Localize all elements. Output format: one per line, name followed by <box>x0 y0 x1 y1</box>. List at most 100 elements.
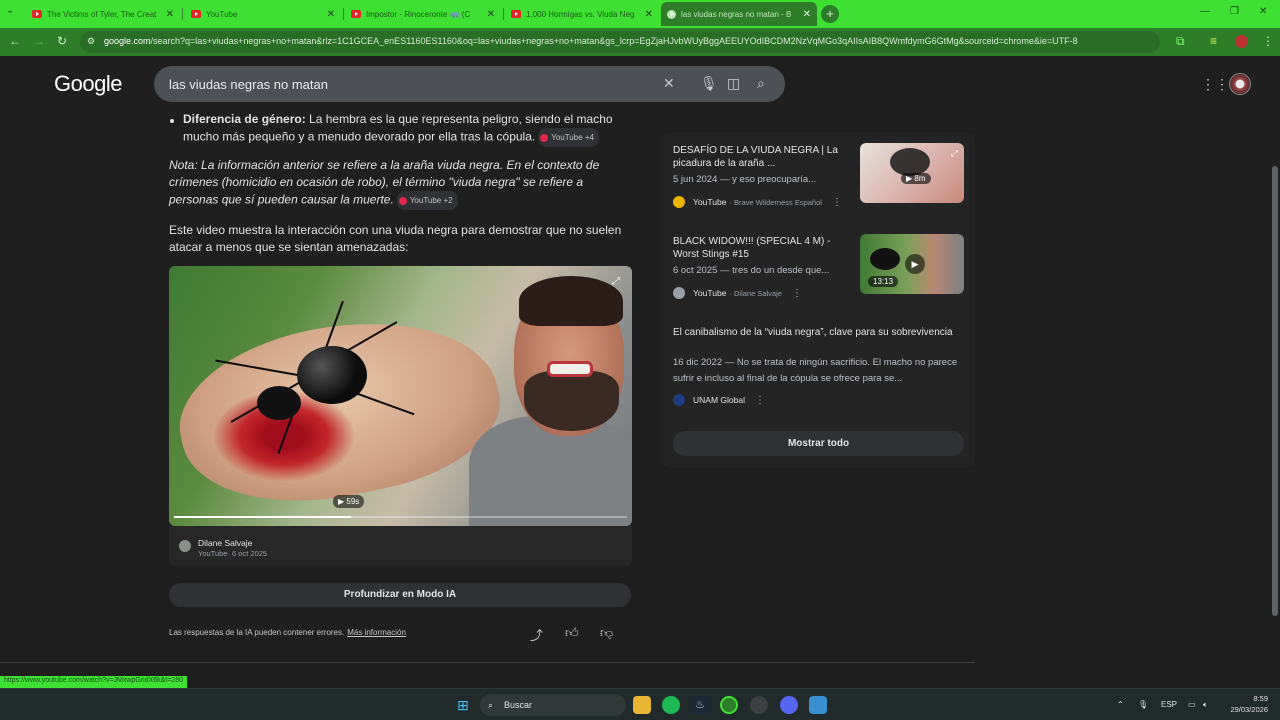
channel-avatar <box>179 540 191 552</box>
video-player[interactable]: ⤢ ▶ 59s <box>169 266 632 526</box>
result-source-2[interactable]: YouTube · Dilane Salvaje ⋮ <box>673 287 802 299</box>
tab-divider <box>343 8 344 20</box>
close-icon[interactable]: ✕ <box>166 9 174 20</box>
source-favicon-icon <box>673 287 685 299</box>
tab-search-chevron-icon[interactable]: ⌄ <box>6 5 14 16</box>
search-input[interactable]: las viudas negras no matan <box>169 77 328 92</box>
chip-label: YouTube +4 <box>551 133 594 142</box>
source-sub: · Dilane Salvaje <box>729 288 782 298</box>
video-meta[interactable]: Dilane Salvaje YouTube· 6 oct 2025 <box>169 526 632 566</box>
result-thumbnail-2[interactable]: ▶ 13:13 <box>860 234 964 294</box>
thumb-duration: ▶ 8m <box>901 173 931 184</box>
microphone-icon[interactable]: 🎙 <box>1138 700 1148 709</box>
close-icon[interactable]: ✕ <box>487 9 495 20</box>
restore-icon[interactable]: ❐ <box>1230 6 1239 17</box>
close-icon[interactable]: ✕ <box>803 9 811 20</box>
thumbs-up-icon[interactable]: 👍︎ <box>565 625 579 641</box>
tab-1[interactable]: The Victims of Tyler, The Creat ✕ <box>26 4 180 24</box>
window-close-icon[interactable]: ✕ <box>1259 6 1267 17</box>
microphone-icon[interactable]: 🎙 <box>700 75 718 92</box>
google-icon <box>667 9 676 19</box>
url-text[interactable]: google.com/search?q=las+viudas+negras+no… <box>104 36 1104 46</box>
thumbs-down-icon[interactable]: 👎︎ <box>600 625 613 641</box>
tab-title: 1,000 Hormigas vs. Viuda Neg <box>526 9 635 19</box>
youtube-icon <box>32 10 42 18</box>
discord-icon[interactable] <box>780 696 798 714</box>
result-source-3[interactable]: UNAM Global ⋮ <box>673 394 765 406</box>
tab-title: The Victims of Tyler, The Creat <box>47 9 157 19</box>
spider-head-shape <box>257 386 301 420</box>
clear-icon[interactable]: ✕ <box>663 75 675 92</box>
taskbar-search[interactable]: ⌕ Buscar <box>480 694 626 716</box>
source-chip[interactable]: YouTube +4 <box>538 128 599 147</box>
tab-divider <box>503 8 504 20</box>
more-info-link[interactable]: Más información <box>347 628 406 637</box>
show-all-button[interactable]: Mostrar todo <box>673 431 964 456</box>
account-avatar[interactable] <box>1229 73 1251 95</box>
site-info-icon[interactable]: ⚙ <box>87 36 95 47</box>
system-clock[interactable]: 8:59 29/03/2026 <box>1220 693 1268 715</box>
result-thumbnail-1[interactable]: ⤢ ▶ 8m <box>860 143 964 203</box>
share-icon[interactable]: ⤴ <box>530 625 543 644</box>
bullet-label: Diferencia de género: <box>183 112 306 126</box>
source-favicon-icon <box>673 196 685 208</box>
notepad-icon[interactable] <box>809 696 827 714</box>
tab-2[interactable]: YouTube ✕ <box>185 4 341 24</box>
back-arrow-icon[interactable]: ← <box>9 34 21 48</box>
profile-avatar[interactable] <box>1235 35 1248 48</box>
result-title-3[interactable]: El canibalismo de la “viuda negra”, clav… <box>673 326 963 339</box>
result-title-1[interactable]: DESAFÍO DE LA VIUDA NEGRA | La picadura … <box>673 144 843 170</box>
gender-difference-text: Diferencia de género: La hembra es la qu… <box>183 111 623 147</box>
result-title-2[interactable]: BLACK WIDOW!!! (SPECIAL 4 M) - Worst Sti… <box>673 235 843 261</box>
media-controls-icon[interactable]: ≡ <box>1210 34 1217 48</box>
close-icon[interactable]: ✕ <box>645 9 653 20</box>
language-indicator[interactable]: ESP <box>1161 700 1177 709</box>
ai-disclaimer: Las respuestas de la IA pueden contener … <box>169 628 406 637</box>
source-chip[interactable]: YouTube +2 <box>396 191 458 210</box>
scrollbar-thumb[interactable] <box>1272 166 1278 616</box>
lens-camera-icon[interactable]: ◫ <box>727 75 740 92</box>
play-icon[interactable]: ▶ <box>905 254 925 274</box>
thumb-duration: 13:13 <box>868 276 899 287</box>
reload-icon[interactable]: ↻ <box>57 34 67 48</box>
extensions-icon[interactable]: ⧉ <box>1176 34 1185 49</box>
tab-active[interactable]: las viudas negras no matan - B ✕ <box>661 2 817 26</box>
expand-icon[interactable]: ⤢ <box>951 148 958 159</box>
menu-dots-icon[interactable]: ⋮ <box>1262 34 1274 48</box>
network-icon[interactable]: ▭ <box>1188 700 1196 709</box>
video-hair-shape <box>519 276 623 326</box>
windows-start-icon[interactable]: ⊞ <box>454 696 472 714</box>
more-options-icon[interactable]: ⋮ <box>792 288 802 299</box>
chrome-icon[interactable] <box>720 696 738 714</box>
google-logo[interactable]: Google <box>54 71 122 97</box>
apps-grid-icon[interactable]: ⋮⋮ <box>1201 76 1229 93</box>
close-icon[interactable]: ✕ <box>327 9 335 20</box>
result-snippet-2: 6 oct 2025 — tres do un desde que... <box>673 265 830 276</box>
source-name: UNAM Global <box>693 395 745 405</box>
tab-3[interactable]: Impostor - Rinoceronte 🦏 (C ✕ <box>345 4 501 24</box>
spotify-icon[interactable] <box>662 696 680 714</box>
tab-4[interactable]: 1,000 Hormigas vs. Viuda Neg ✕ <box>505 4 659 24</box>
search-box[interactable]: las viudas negras no matan ✕ 🎙 ◫ ⌕ <box>154 66 785 102</box>
video-progress-fill <box>174 516 351 518</box>
search-icon[interactable]: ⌕ <box>757 75 765 92</box>
steam-icon[interactable]: ♨ <box>691 696 709 714</box>
tab-title: Impostor - Rinoceronte 🦏 (C <box>366 9 471 19</box>
volume-icon[interactable]: 🔈︎ <box>1203 700 1208 710</box>
tab-divider <box>182 8 183 20</box>
minimize-icon[interactable]: — <box>1200 6 1210 17</box>
forward-arrow-icon[interactable]: → <box>33 34 45 48</box>
result-source-1[interactable]: YouTube · Brave Wilderness Español ⋮ <box>673 196 842 208</box>
new-tab-button[interactable]: + <box>821 5 839 23</box>
status-url: https://www.youtube.com/watch?v=JMxwpGnd… <box>0 676 187 688</box>
sources-panel: DESAFÍO DE LA VIUDA NEGRA | La picadura … <box>661 132 975 468</box>
source-name: YouTube <box>693 288 727 298</box>
more-options-icon[interactable]: ⋮ <box>832 197 842 208</box>
ai-mode-button[interactable]: Profundizar en Modo IA <box>169 583 631 607</box>
app-icon[interactable] <box>750 696 768 714</box>
thumb-spider-shape <box>890 148 930 176</box>
more-options-icon[interactable]: ⋮ <box>755 395 765 406</box>
file-explorer-icon[interactable] <box>633 696 651 714</box>
tray-chevron-icon[interactable]: ⌃ <box>1117 700 1124 709</box>
expand-icon[interactable]: ⤢ <box>612 276 620 287</box>
